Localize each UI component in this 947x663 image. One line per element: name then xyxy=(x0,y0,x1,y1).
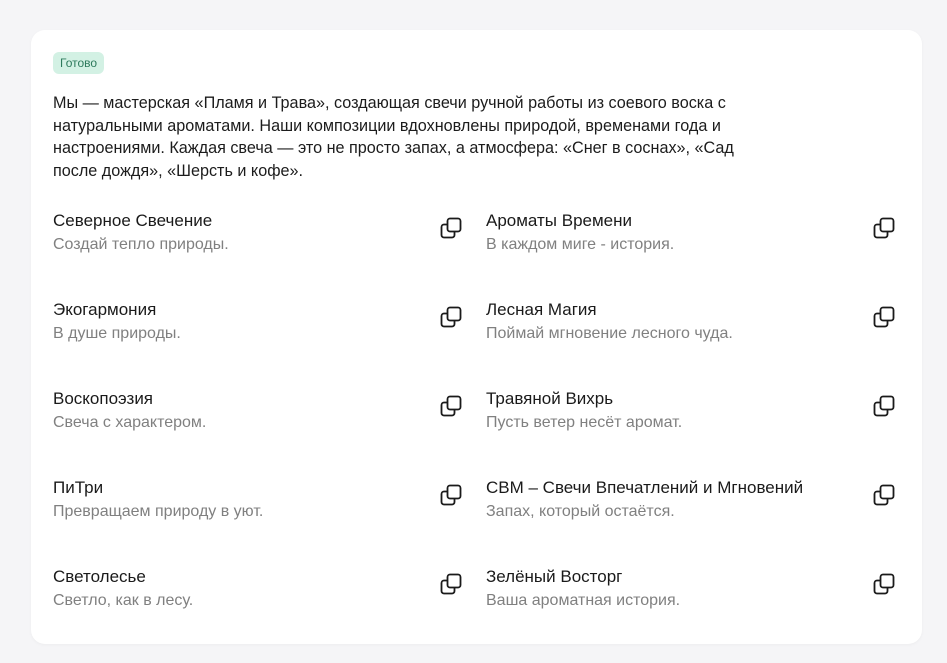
name-suggestion-item: Травяной Вихрь Пусть ветер несёт аромат. xyxy=(486,388,896,444)
copy-button[interactable] xyxy=(436,391,466,421)
suggestion-name: Светолесье xyxy=(53,567,146,586)
name-suggestion-item: Зелёный Восторг Ваша ароматная история. xyxy=(486,566,896,622)
suggestion-name: Ароматы Времени xyxy=(486,211,633,230)
suggestion-name: СВМ – Свечи Впечатлений и Мгновений xyxy=(486,478,804,497)
status-badge: Готово xyxy=(53,52,105,74)
copy-button[interactable] xyxy=(436,302,466,332)
name-suggestion-item: Северное Свечение Создай тепло природы. xyxy=(53,210,463,266)
name-suggestion-item: ПиТри Превращаем природу в уют. xyxy=(53,477,463,533)
suggestion-name: Воскопоэзия xyxy=(53,389,154,408)
copy-icon xyxy=(439,394,463,418)
name-suggestion-item: Воскопоэзия Свеча с характером. xyxy=(53,388,463,444)
suggestion-tagline: Создай тепло природы. xyxy=(53,236,229,253)
copy-button[interactable] xyxy=(436,213,466,243)
copy-button[interactable] xyxy=(869,391,899,421)
suggestion-name: Зелёный Восторг xyxy=(486,567,623,586)
suggestion-name: Экогармония xyxy=(53,300,157,319)
intro-paragraph: Мы — мастерская «Пламя и Трава», создающ… xyxy=(53,94,734,180)
copy-button[interactable] xyxy=(869,480,899,510)
suggestion-tagline: Превращаем природу в уют. xyxy=(53,503,264,520)
suggestion-name: ПиТри xyxy=(53,478,104,497)
copy-icon xyxy=(439,216,463,240)
copy-button[interactable] xyxy=(869,569,899,599)
copy-icon xyxy=(872,572,896,596)
copy-icon xyxy=(439,483,463,507)
suggestion-name: Лесная Магия xyxy=(486,300,597,319)
suggestion-tagline: Пусть ветер несёт аромат. xyxy=(486,414,683,431)
suggestion-name: Северное Свечение xyxy=(53,211,213,230)
suggestion-tagline: Свеча с характером. xyxy=(53,414,207,431)
suggestion-tagline: Светло, как в лесу. xyxy=(53,592,194,609)
copy-button[interactable] xyxy=(436,480,466,510)
suggestion-tagline: В каждом миге - история. xyxy=(486,236,675,253)
copy-icon xyxy=(872,394,896,418)
name-suggestion-item: Экогармония В душе природы. xyxy=(53,299,463,355)
result-card: Готово Мы — мастерская «Пламя и Трава», … xyxy=(31,30,922,644)
suggestion-tagline: Ваша ароматная история. xyxy=(486,592,681,609)
suggestion-tagline: Поймай мгновение лесного чуда. xyxy=(486,325,733,342)
copy-icon xyxy=(872,305,896,329)
copy-button[interactable] xyxy=(869,302,899,332)
copy-icon xyxy=(439,572,463,596)
copy-icon xyxy=(872,216,896,240)
suggestion-tagline: В душе природы. xyxy=(53,325,181,342)
copy-icon xyxy=(439,305,463,329)
suggestion-tagline: Запах, который остаётся. xyxy=(486,503,675,520)
name-suggestion-item: Ароматы Времени В каждом миге - история. xyxy=(486,210,896,266)
name-suggestion-item: СВМ – Свечи Впечатлений и Мгновений Запах… xyxy=(486,477,896,533)
suggestion-name: Травяной Вихрь xyxy=(486,389,614,408)
copy-button[interactable] xyxy=(869,213,899,243)
name-suggestion-item: Светолесье Светло, как в лесу. xyxy=(53,566,463,622)
name-suggestion-item: Лесная Магия Поймай мгновение лесного чуд… xyxy=(486,299,896,355)
copy-button[interactable] xyxy=(436,569,466,599)
copy-icon xyxy=(872,483,896,507)
